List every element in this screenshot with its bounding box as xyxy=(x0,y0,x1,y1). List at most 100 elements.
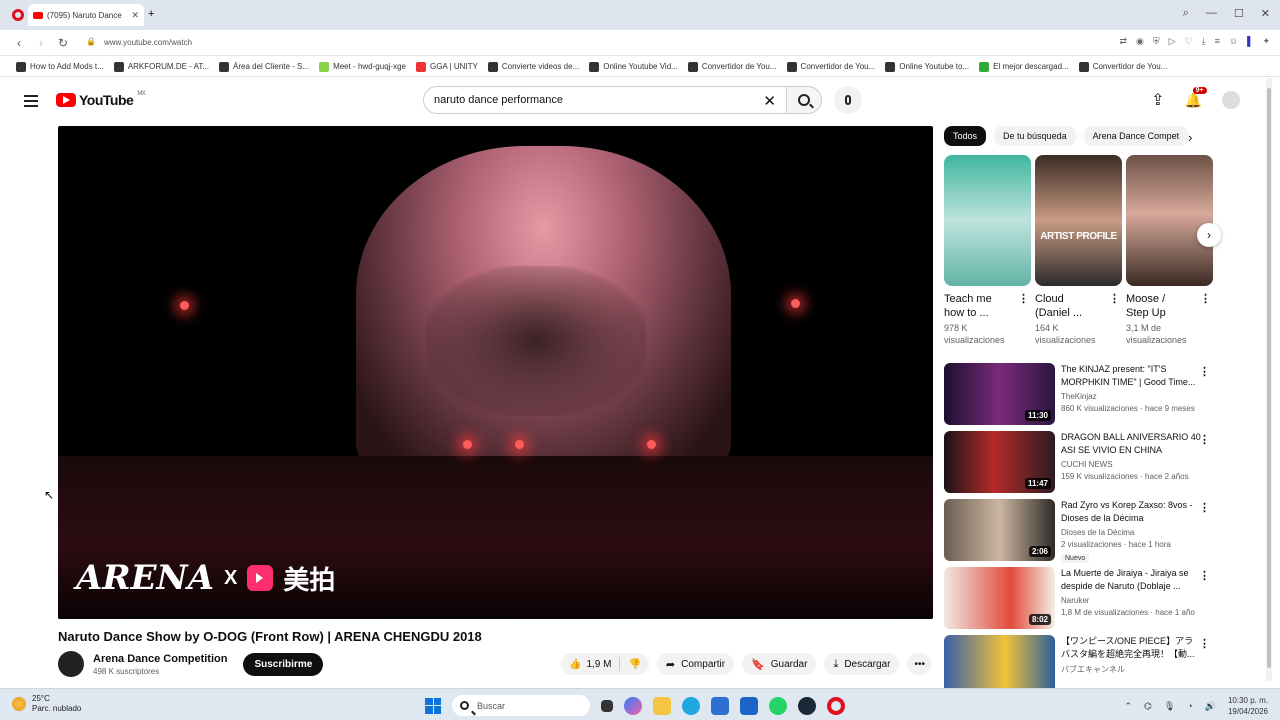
weather-widget[interactable]: 25°C Parc. nublado xyxy=(12,694,81,714)
bookmark[interactable]: Convierte videos de... xyxy=(487,61,579,72)
opera-logo-icon[interactable] xyxy=(12,9,24,21)
search-input[interactable]: naruto dance performance ✕ xyxy=(423,86,787,114)
video-thumbnail[interactable]: 2:06 xyxy=(944,499,1055,561)
download-icon[interactable]: ⤓ xyxy=(1202,36,1206,47)
rec-channel[interactable]: TheKinjaz xyxy=(1061,392,1201,401)
like-button[interactable]: 👍 1,9 M xyxy=(561,659,619,670)
short-thumbnail[interactable]: ARTIST PROFILE xyxy=(1035,155,1122,286)
bookmark[interactable]: Meet - hwd-guqj-xge xyxy=(319,61,406,72)
notifications-bell-icon[interactable]: 🔔 9+ xyxy=(1185,86,1207,109)
bookmark[interactable]: Área del Cliente - S... xyxy=(219,61,309,72)
list-item[interactable]: 2:06 Rad Zyro vs Korep Zaxso: 8vos - Dio… xyxy=(944,499,1214,563)
forward-icon[interactable]: › xyxy=(30,36,52,50)
rec-menu-icon[interactable]: ⋮ xyxy=(1199,365,1210,378)
channel-avatar[interactable] xyxy=(58,651,84,677)
bookmark[interactable]: Convertidor de You... xyxy=(687,61,777,72)
store-icon[interactable] xyxy=(711,696,729,715)
chips-next-icon[interactable]: › xyxy=(1188,130,1192,145)
volume-icon[interactable]: 🔊 xyxy=(1205,701,1216,712)
rec-title[interactable]: 【ワンピース/ONE PIECE】アラバスタ編を超絶完全再現！【動... xyxy=(1061,635,1201,661)
tab-close-icon[interactable]: ✕ xyxy=(131,10,139,21)
rec-channel[interactable]: CUCHI NEWS xyxy=(1061,460,1201,469)
short-item[interactable]: Teach me how to ... ⋮ 978 Kvisualizaciones xyxy=(944,155,1031,346)
subscribe-button[interactable]: Suscribirme xyxy=(243,652,324,676)
clear-search-icon[interactable]: ✕ xyxy=(763,92,776,110)
list-item[interactable]: 11:47 DRAGON BALL ANIVERSARIO 40 ASI SE … xyxy=(944,431,1214,493)
page-scrollbar[interactable] xyxy=(1266,78,1272,681)
whatsapp-icon[interactable] xyxy=(769,696,787,715)
video-thumbnail[interactable]: 8:02 xyxy=(944,567,1055,629)
heart-icon[interactable]: ♡ xyxy=(1185,36,1193,47)
rec-channel[interactable]: Dioses de la Décima xyxy=(1061,528,1201,537)
list-item[interactable]: 8:02 La Muerte de Jiraiya - Jiraiya se d… xyxy=(944,567,1214,629)
chip-all[interactable]: Todos xyxy=(944,126,987,146)
steam-icon[interactable] xyxy=(798,696,816,715)
reload-icon[interactable]: ↻ xyxy=(52,36,74,50)
clock[interactable]: 10:30 p. m. 19/04/2026 xyxy=(1228,695,1268,717)
video-player[interactable]: ARENA X 美拍 xyxy=(58,126,933,619)
rec-title[interactable]: Rad Zyro vs Korep Zaxso: 8vos - Dioses d… xyxy=(1061,499,1201,525)
rec-menu-icon[interactable]: ⋮ xyxy=(1199,637,1210,650)
url-field[interactable]: www.youtube.com/watch xyxy=(104,38,192,47)
short-menu-icon[interactable]: ⋮ xyxy=(1018,292,1029,306)
bookmark[interactable]: How to Add Mods t... xyxy=(16,61,104,72)
video-thumbnail[interactable]: 11:30 xyxy=(944,363,1055,425)
edge-icon[interactable] xyxy=(682,696,700,715)
bookmark[interactable]: Convertidor de You... xyxy=(1078,61,1167,72)
minimize-button[interactable]: — xyxy=(1206,7,1217,20)
rec-menu-icon[interactable]: ⋮ xyxy=(1199,433,1210,446)
bookmark[interactable]: El mejor descargad... xyxy=(979,61,1069,72)
share-button[interactable]: ➦ Compartir xyxy=(656,653,735,675)
file-explorer-icon[interactable] xyxy=(653,696,671,715)
create-upload-icon[interactable]: ⇪ xyxy=(1151,90,1164,110)
menu-icon[interactable] xyxy=(24,92,38,110)
new-tab-button[interactable]: + xyxy=(148,8,154,20)
sidebar-icon[interactable]: ▌ xyxy=(1247,36,1253,47)
list-icon[interactable]: ≡ xyxy=(1215,36,1220,47)
short-menu-icon[interactable]: ⋮ xyxy=(1200,292,1211,306)
rec-title[interactable]: DRAGON BALL ANIVERSARIO 40 ASI SE VIVIO … xyxy=(1061,431,1201,457)
outlook-icon[interactable] xyxy=(740,696,758,715)
copilot-icon[interactable] xyxy=(624,696,642,715)
short-item[interactable]: Moose / Step Up ⋮ 3,1 M de visualizaciones xyxy=(1126,155,1213,346)
avatar[interactable] xyxy=(1222,91,1240,109)
rec-menu-icon[interactable]: ⋮ xyxy=(1199,569,1210,582)
ai-icon[interactable]: ✦ xyxy=(1262,36,1270,47)
rec-channel[interactable]: パブエキャンネル xyxy=(1061,664,1201,675)
short-menu-icon[interactable]: ⋮ xyxy=(1109,292,1120,306)
rec-menu-icon[interactable]: ⋮ xyxy=(1199,501,1210,514)
youtube-logo[interactable]: YouTube MX xyxy=(56,91,146,108)
taskbar-search[interactable]: Buscar xyxy=(452,695,590,716)
windows-start-icon[interactable] xyxy=(425,697,441,714)
short-thumbnail[interactable] xyxy=(1126,155,1213,286)
search-button[interactable] xyxy=(786,86,822,114)
bookmark[interactable]: Online Youtube to... xyxy=(885,61,969,72)
save-button[interactable]: 🔖 Guardar xyxy=(742,653,817,675)
chip-channel[interactable]: Arena Dance Compet xyxy=(1083,126,1189,146)
rec-title[interactable]: The KINJAZ present: "IT'S MORPHKIN TIME"… xyxy=(1061,363,1201,389)
close-window-button[interactable]: ✕ xyxy=(1261,7,1270,20)
list-item[interactable]: 11:30 The KINJAZ present: "IT'S MORPHKIN… xyxy=(944,363,1214,425)
rec-title[interactable]: La Muerte de Jiraiya - Jiraiya se despid… xyxy=(1061,567,1201,593)
opera-taskbar-icon[interactable] xyxy=(827,696,845,715)
network-icon[interactable]: ⌬ xyxy=(1144,701,1152,712)
voice-search-button[interactable] xyxy=(834,86,862,114)
back-icon[interactable]: ‹ xyxy=(8,36,30,50)
play-icon[interactable]: ▷ xyxy=(1169,36,1176,47)
video-thumbnail[interactable]: 11:47 xyxy=(944,431,1055,493)
profile-icon[interactable]: ☺ xyxy=(1229,36,1238,47)
bookmark[interactable]: GGA | UNITY xyxy=(415,61,478,72)
mic-tray-icon[interactable]: 🎙 xyxy=(1164,701,1175,712)
rec-channel[interactable]: Naruker xyxy=(1061,596,1201,605)
bookmark[interactable]: Convertidor de You... xyxy=(786,61,875,72)
dislike-button[interactable]: 👎 xyxy=(620,659,648,670)
shield-icon[interactable]: ⛨ xyxy=(1153,36,1160,47)
bookmark[interactable]: ARKFORUM.DE - AT... xyxy=(113,61,209,72)
tray-chevron-icon[interactable]: ⌃ xyxy=(1124,701,1132,712)
bookmark[interactable]: Online Youtube Vid... xyxy=(589,61,678,72)
browser-tab[interactable]: (7095) Naruto Dance ✕ xyxy=(28,4,144,26)
short-thumbnail[interactable] xyxy=(944,155,1031,286)
chip-from-search[interactable]: De tu búsqueda xyxy=(994,126,1076,146)
download-button[interactable]: ⤓ Descargar xyxy=(824,653,900,675)
translate-icon[interactable]: ⇄ xyxy=(1119,36,1127,47)
